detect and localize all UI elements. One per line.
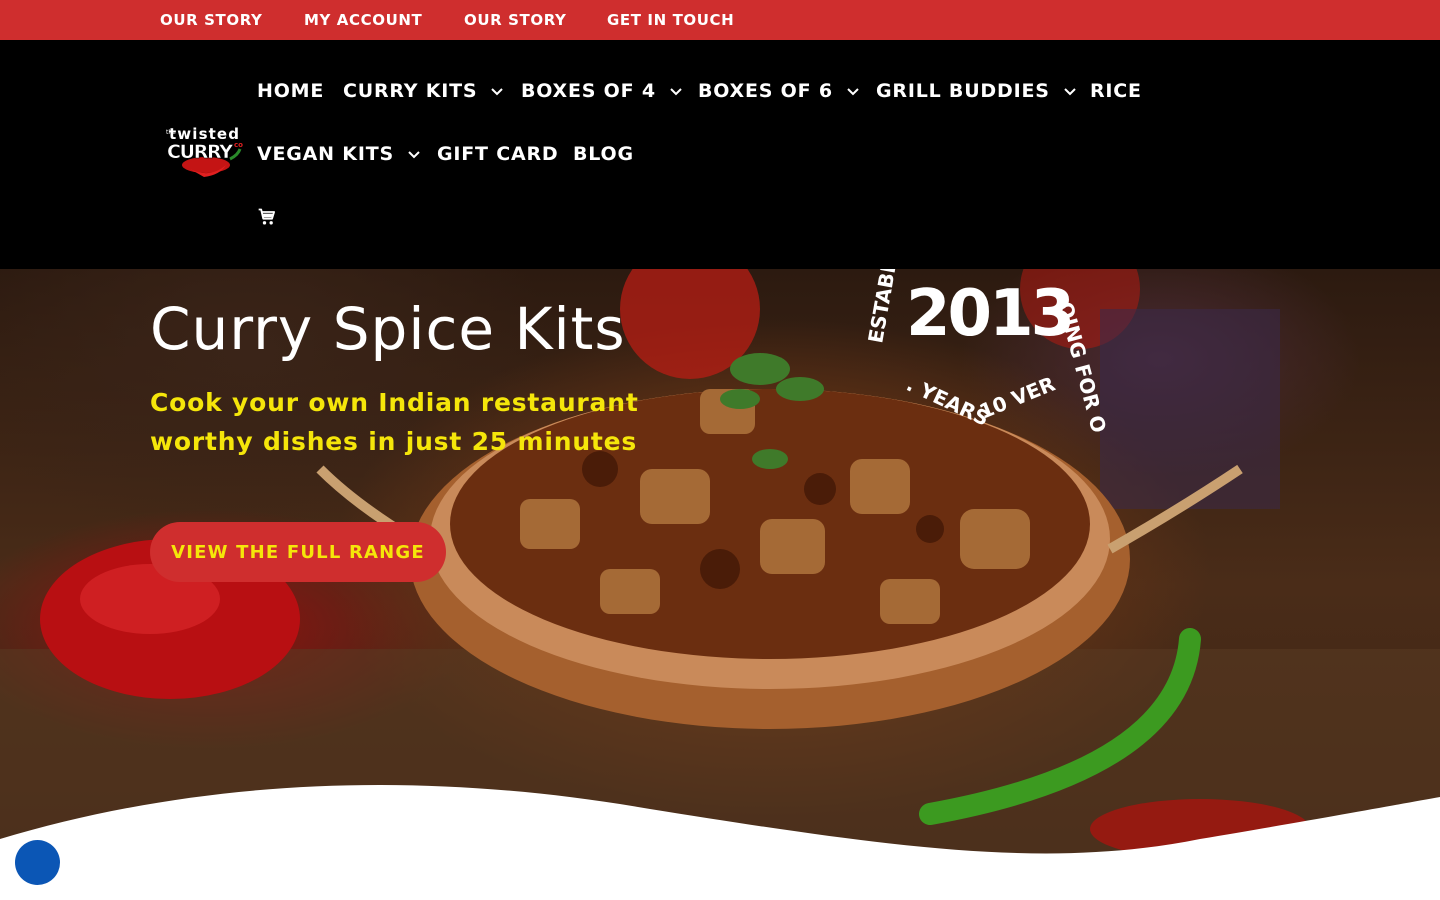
nav-home-label: HOME bbox=[257, 80, 325, 102]
nav-boxes-of-4[interactable]: BOXES OF 4 bbox=[521, 80, 684, 102]
accessibility-button[interactable] bbox=[15, 840, 60, 885]
wave-divider bbox=[0, 785, 1440, 900]
svg-text:ESTABL: ESTABL bbox=[863, 269, 901, 345]
hero-banner: ESTABL OING FOR O . YEARS 10 VER Curry S… bbox=[0, 269, 1440, 900]
chevron-down-icon bbox=[670, 88, 682, 96]
topbar-link-get-in-touch[interactable]: GET IN TOUCH bbox=[607, 11, 734, 29]
nav-blog[interactable]: BLOG bbox=[573, 143, 634, 165]
svg-text:10 VER: 10 VER bbox=[976, 372, 1059, 424]
topbar-link-our-story[interactable]: OUR STORY bbox=[160, 11, 262, 29]
topbar-link-our-story-2[interactable]: OUR STORY bbox=[464, 11, 566, 29]
nav-gift-card[interactable]: GIFT CARD bbox=[437, 143, 558, 165]
badge-year: 2013 bbox=[906, 277, 1075, 351]
chevron-down-icon bbox=[491, 88, 504, 96]
nav-rice-label: RICE bbox=[1090, 80, 1142, 102]
view-full-range-button[interactable]: VIEW THE FULL RANGE bbox=[150, 522, 446, 582]
chevron-down-icon bbox=[1064, 88, 1076, 96]
logo-image: twisted CURRY the co bbox=[166, 125, 243, 177]
chevron-down-icon bbox=[847, 88, 859, 96]
nav-rice[interactable]: RICE bbox=[1090, 80, 1142, 102]
site-header: twisted CURRY the co HOME CURRY KITS BOX… bbox=[0, 40, 1440, 269]
chevron-down-icon bbox=[408, 151, 420, 159]
nav-boxes-of-6[interactable]: BOXES OF 6 bbox=[698, 80, 861, 102]
site-logo[interactable]: twisted CURRY the co bbox=[160, 125, 246, 181]
logo-text-co: co bbox=[234, 141, 243, 149]
hero-title: Curry Spice Kits bbox=[150, 295, 626, 363]
topbar-link-my-account[interactable]: MY ACCOUNT bbox=[304, 11, 422, 29]
logo-text-the: the bbox=[166, 129, 176, 136]
nav-gift-card-label: GIFT CARD bbox=[437, 143, 559, 165]
nav-curry-kits[interactable]: CURRY KITS bbox=[343, 80, 505, 102]
nav-home[interactable]: HOME bbox=[257, 80, 324, 102]
nav-boxes-of-4-label: BOXES OF 4 bbox=[521, 80, 656, 102]
top-bar: OUR STORY MY ACCOUNT OUR STORY GET IN TO… bbox=[0, 0, 1440, 40]
cart-icon bbox=[258, 208, 275, 225]
cart-button[interactable] bbox=[257, 207, 277, 227]
nav-grill-buddies-label: GRILL BUDDIES bbox=[876, 80, 1050, 102]
hero-subtitle: Cook your own Indian restaurant worthy d… bbox=[150, 388, 639, 456]
nav-curry-kits-label: CURRY KITS bbox=[343, 80, 478, 102]
nav-blog-label: BLOG bbox=[573, 143, 634, 165]
nav-grill-buddies[interactable]: GRILL BUDDIES bbox=[876, 80, 1078, 102]
nav-boxes-of-6-label: BOXES OF 6 bbox=[698, 80, 833, 102]
logo-text-curry: CURRY bbox=[167, 141, 233, 163]
nav-vegan-kits-label: VEGAN KITS bbox=[257, 143, 394, 165]
nav-vegan-kits[interactable]: VEGAN KITS bbox=[257, 143, 422, 165]
